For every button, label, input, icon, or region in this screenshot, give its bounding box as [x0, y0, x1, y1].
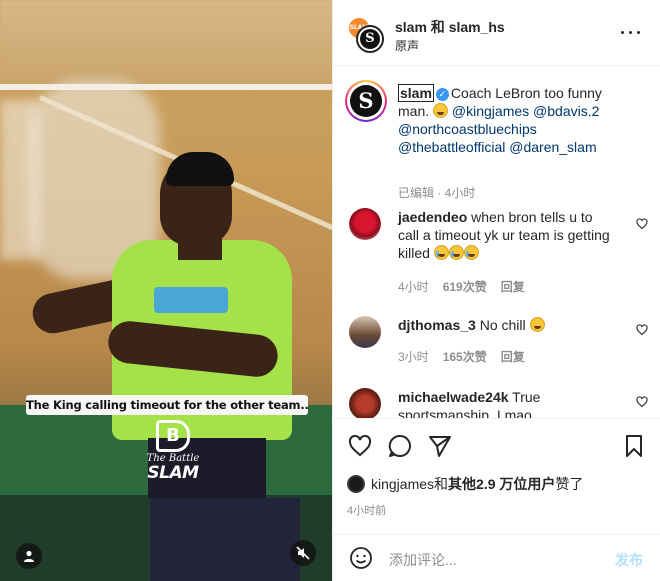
post-timestamp[interactable]: 4小时前: [347, 502, 386, 518]
comment-body-cut: sportsmanship. I mao: [398, 407, 532, 418]
michaelwade-avatar[interactable]: [349, 388, 381, 418]
comment-like-heart-icon[interactable]: [636, 218, 648, 230]
reply-button[interactable]: 回复: [501, 350, 525, 364]
slam-logo-letter: S: [360, 29, 380, 49]
original-audio-link[interactable]: 原声: [395, 37, 419, 54]
mention-thebattleofficial[interactable]: @thebattleofficial: [398, 139, 505, 155]
laughing-emoji-icon: [529, 317, 545, 332]
background-player-edge: [0, 100, 40, 260]
comment-icon[interactable]: [387, 433, 413, 459]
heart-icon[interactable]: [347, 433, 373, 459]
comment-like-heart-icon[interactable]: [636, 324, 648, 336]
more-horizontal-icon: [621, 31, 624, 34]
comment-text: djthomas_3 No chill: [398, 316, 613, 334]
video-top-frame: [0, 0, 332, 88]
tagged-users-button[interactable]: [16, 543, 42, 569]
comment-likes[interactable]: 165次赞: [443, 350, 487, 364]
comment-meta: 4小时 619次赞 回复: [398, 278, 525, 295]
slam-logo-letter: S: [350, 85, 382, 117]
mute-toggle-button[interactable]: [290, 540, 316, 566]
post-detail-panel: SLAM S slam 和 slam_hs 原声 S slam ✓ Coach Le…: [332, 0, 660, 581]
smiley-icon[interactable]: [349, 546, 373, 570]
comment-body: True: [512, 389, 541, 405]
caption-text: slam ✓ Coach LeBron too funny man. @kingja…: [398, 84, 613, 156]
likes-suffix: 赞了: [555, 476, 584, 492]
likes-prefix: kingjames和: [371, 476, 449, 492]
comment-text: michaelwade24k True sportsmanship. I mao: [398, 388, 613, 418]
mention-kingjames[interactable]: @kingjames: [452, 103, 529, 119]
avatar-ring-inner: S: [347, 82, 385, 120]
shirt-logo: [154, 287, 228, 313]
comment-username[interactable]: michaelwade24k: [398, 389, 509, 405]
comment-username[interactable]: jaedendeo: [398, 209, 467, 225]
bookmark-icon[interactable]: [621, 433, 647, 459]
comment-time: 3小时: [398, 350, 429, 364]
more-options-button[interactable]: [619, 22, 643, 42]
frame-divider: [0, 84, 332, 90]
mention-daren-slam[interactable]: @daren_slam: [509, 139, 596, 155]
paper-plane-icon[interactable]: [427, 433, 453, 459]
publish-button[interactable]: 发布: [615, 550, 643, 570]
speaker-muted-icon: [296, 546, 310, 560]
mention-bdavis[interactable]: @bdavis.2: [533, 103, 599, 119]
laughing-emoji-icon: [433, 103, 449, 118]
post-header: SLAM S slam 和 slam_hs 原声: [333, 0, 660, 66]
mention-northcoastbluechips[interactable]: @northcoastbluechips: [398, 121, 537, 137]
crying-laughing-emoji-icon: [463, 245, 479, 260]
jaedendeo-avatar[interactable]: [349, 208, 381, 240]
kingjames-avatar[interactable]: [347, 475, 365, 493]
caption-meta: 已编辑 · 4小时: [398, 186, 476, 200]
watermark-brand-text: SLAM: [147, 463, 199, 483]
person-icon: [24, 550, 34, 562]
comment-username[interactable]: djthomas_3: [398, 317, 476, 333]
comments-scroll-area[interactable]: S slam ✓ Coach LeBron too funny man. @king…: [333, 66, 660, 418]
battle-logo-icon: B: [156, 420, 190, 452]
comment-input[interactable]: 添加评论...: [389, 550, 457, 570]
comment-time: 4小时: [398, 280, 429, 294]
post-authors[interactable]: slam 和 slam_hs: [395, 17, 505, 37]
likes-count[interactable]: 其他2.9 万位用户: [448, 476, 555, 492]
caption-username[interactable]: slam: [398, 84, 434, 102]
comment-likes[interactable]: 619次赞: [443, 280, 487, 294]
collab-avatars[interactable]: SLAM S: [347, 16, 385, 54]
slam-story-avatar[interactable]: S: [345, 80, 387, 122]
crying-laughing-emoji-icon: [448, 245, 464, 260]
reply-button[interactable]: 回复: [501, 280, 525, 294]
slam-avatar[interactable]: S: [356, 25, 384, 53]
more-dot: [637, 31, 640, 34]
verified-badge-icon: ✓: [435, 88, 449, 101]
djthomas-avatar[interactable]: [349, 316, 381, 348]
crying-laughing-emoji-icon: [433, 245, 449, 260]
more-dot: [629, 31, 632, 34]
comment-composer: 添加评论... 发布: [333, 534, 660, 581]
video-caption: The King calling timeout for the other t…: [26, 395, 309, 415]
comment-text: jaedendeo when bron tells u to call a ti…: [398, 208, 613, 262]
comment-like-heart-icon[interactable]: [636, 396, 648, 408]
likes-summary[interactable]: kingjames和其他2.9 万位用户赞了: [347, 474, 583, 496]
post-action-bar: [333, 418, 660, 474]
coach-lower-body: [150, 498, 300, 581]
comment-meta: 3小时 165次赞 回复: [398, 348, 525, 365]
comment-body: No chill: [479, 317, 526, 333]
post-video[interactable]: The King calling timeout for the other t…: [0, 0, 332, 581]
the-battle-slam-watermark: B The Battle SLAM: [138, 420, 208, 492]
